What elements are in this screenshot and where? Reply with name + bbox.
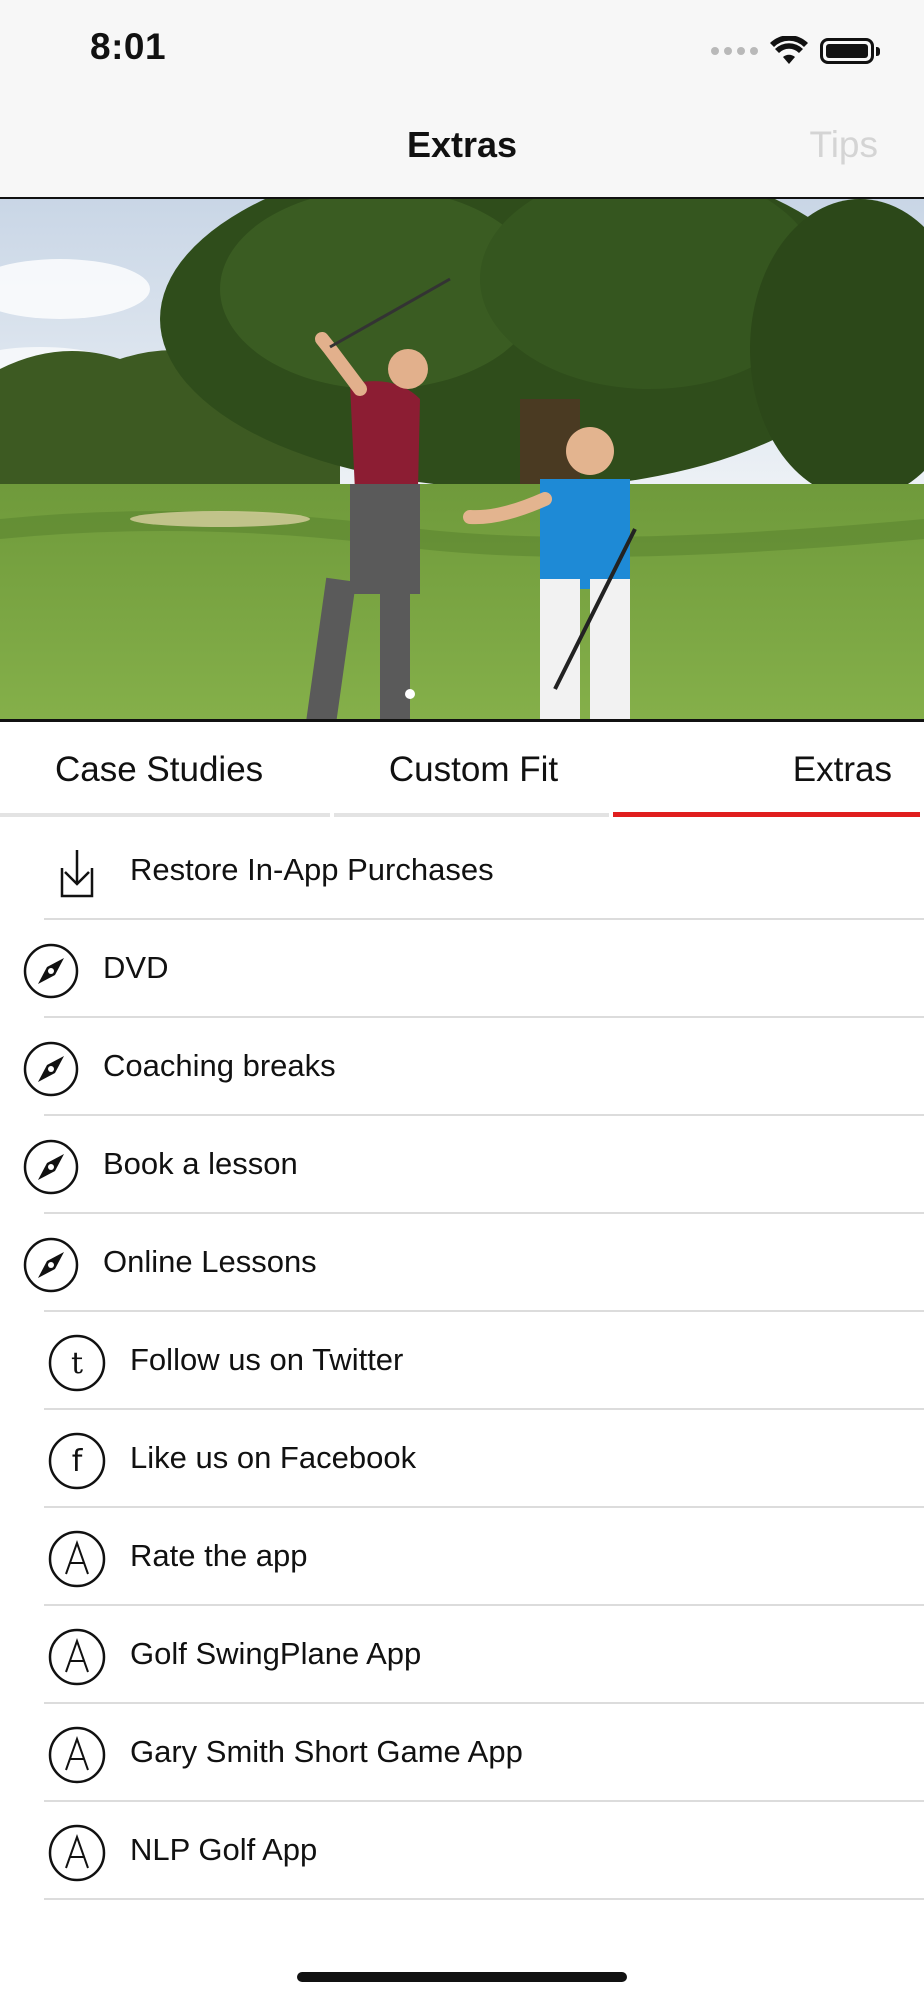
compass-icon — [23, 1041, 79, 1097]
compass-icon — [23, 943, 79, 999]
list-item-label: Restore In-App Purchases — [130, 852, 494, 887]
video-thumbnail[interactable] — [0, 197, 924, 722]
svg-text:f: f — [72, 1444, 84, 1479]
list-item-label: Follow us on Twitter — [130, 1342, 404, 1377]
list-item-swingplane-app[interactable]: Golf SwingPlane App — [0, 1606, 924, 1704]
list-item-label: Book a lesson — [103, 1146, 298, 1181]
tab-underline — [0, 813, 330, 817]
tab-underline-active — [613, 812, 920, 817]
download-icon — [60, 850, 94, 898]
list-item-rate-app[interactable]: Rate the app — [0, 1508, 924, 1606]
status-time: 8:01 — [90, 26, 167, 67]
list-item-nlp-golf-app[interactable]: NLP Golf App — [0, 1802, 924, 1900]
extras-list: Restore In-App Purchases DVD Coaching br… — [0, 822, 924, 1922]
tab-underline — [334, 813, 609, 817]
navigation-bar: 8:01 Extras Tips — [0, 0, 924, 197]
tab-label: Extras — [792, 749, 892, 789]
tab-extras[interactable]: Extras — [613, 722, 924, 817]
segment-tabs: Case Studies Custom Fit Extras — [0, 722, 924, 817]
battery-icon — [820, 38, 880, 64]
compass-icon — [23, 1237, 79, 1293]
facebook-icon: f — [48, 1432, 106, 1490]
list-item-label: Online Lessons — [103, 1244, 317, 1279]
list-item-label: Rate the app — [130, 1538, 308, 1573]
svg-text:t: t — [71, 1346, 83, 1381]
page-title: Extras — [406, 124, 518, 165]
home-indicator[interactable] — [297, 1972, 627, 1982]
list-item-label: Golf SwingPlane App — [130, 1636, 422, 1671]
compass-icon — [23, 1139, 79, 1195]
list-item-short-game-app[interactable]: Gary Smith Short Game App — [0, 1704, 924, 1802]
app-store-icon — [48, 1530, 106, 1588]
cellular-signal-icon — [711, 47, 758, 55]
tab-label: Custom Fit — [388, 749, 559, 789]
list-item-twitter[interactable]: t Follow us on Twitter — [0, 1312, 924, 1410]
list-item-partial[interactable] — [0, 1900, 924, 1922]
list-item-label: Coaching breaks — [103, 1048, 336, 1083]
tab-custom-fit[interactable]: Custom Fit — [334, 722, 613, 817]
status-icons — [711, 34, 880, 68]
list-item-label: DVD — [103, 950, 169, 985]
tab-case-studies[interactable]: Case Studies — [0, 722, 334, 817]
app-store-icon — [48, 1726, 106, 1784]
app-store-icon — [48, 1628, 106, 1686]
list-item-dvd[interactable]: DVD — [0, 920, 924, 1018]
list-item-restore-purchases[interactable]: Restore In-App Purchases — [0, 822, 924, 920]
tips-button[interactable]: Tips — [809, 124, 878, 166]
list-item-coaching-breaks[interactable]: Coaching breaks — [0, 1018, 924, 1116]
list-item-online-lessons[interactable]: Online Lessons — [0, 1214, 924, 1312]
list-item-facebook[interactable]: f Like us on Facebook — [0, 1410, 924, 1508]
list-item-label: NLP Golf App — [130, 1832, 318, 1867]
twitter-icon: t — [48, 1334, 106, 1392]
list-item-label: Like us on Facebook — [130, 1440, 417, 1475]
list-item-book-lesson[interactable]: Book a lesson — [0, 1116, 924, 1214]
list-item-label: Gary Smith Short Game App — [130, 1734, 523, 1769]
wifi-icon — [770, 36, 808, 64]
app-store-icon — [48, 1824, 106, 1882]
tab-label: Case Studies — [55, 749, 264, 789]
